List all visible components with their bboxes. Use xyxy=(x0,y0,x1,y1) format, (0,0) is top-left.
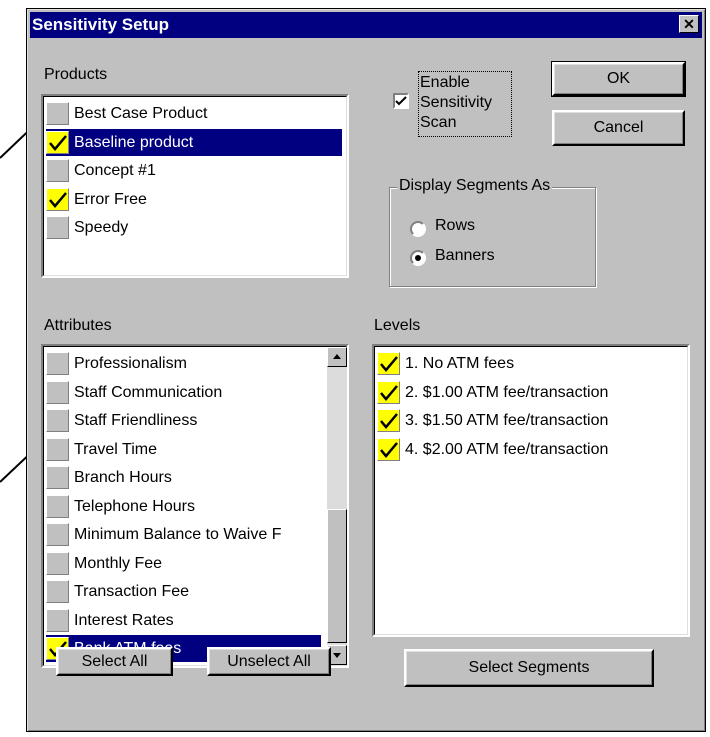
product-item-checkbox[interactable] xyxy=(46,159,69,182)
select-all-button[interactable]: Select All xyxy=(56,647,173,676)
product-item[interactable]: Concept #1 xyxy=(46,157,342,184)
rows-radio[interactable] xyxy=(410,221,426,237)
attribute-item[interactable]: Transaction Fee xyxy=(46,578,321,605)
attribute-item-label: Transaction Fee xyxy=(74,583,190,600)
product-item-label: Best Case Product xyxy=(74,105,208,122)
product-item-label: Speedy xyxy=(74,219,129,236)
level-item-label: 2. $1.00 ATM fee/transaction xyxy=(405,383,609,401)
check-icon xyxy=(49,134,67,151)
level-item[interactable]: 4. $2.00 ATM fee/transaction xyxy=(377,436,683,463)
attribute-item-checkbox[interactable] xyxy=(46,466,69,489)
attribute-item-checkbox[interactable] xyxy=(46,494,69,518)
level-item[interactable]: 3. $1.50 ATM fee/transaction xyxy=(377,407,683,434)
attribute-item-label: Monthly Fee xyxy=(74,554,163,572)
attribute-item[interactable]: Staff Communication xyxy=(46,379,321,406)
product-item-checkbox[interactable] xyxy=(46,102,69,125)
ok-button[interactable]: OK xyxy=(551,61,686,97)
attribute-item-label: Minimum Balance to Waive F xyxy=(74,526,282,543)
product-item[interactable]: Speedy xyxy=(46,214,342,241)
title-bar: Sensitivity Setup ✕ xyxy=(30,12,702,38)
arrow-up-icon xyxy=(333,354,341,359)
level-item-label: 3. $1.50 ATM fee/transaction xyxy=(405,412,609,429)
sensitivity-line1: Enable xyxy=(420,74,470,91)
check-icon xyxy=(380,356,398,372)
level-item-checkbox[interactable] xyxy=(377,409,400,432)
attribute-item-checkbox[interactable] xyxy=(46,608,69,632)
check-icon xyxy=(380,413,398,429)
level-item-checkbox[interactable] xyxy=(377,380,400,404)
attribute-item-checkbox[interactable] xyxy=(46,380,69,404)
sensitivity-scan-checkbox[interactable] xyxy=(393,93,409,109)
attribute-item[interactable]: Staff Friendliness xyxy=(46,407,321,434)
attribute-item[interactable]: Minimum Balance to Waive F xyxy=(46,521,321,548)
attribute-item[interactable]: Monthly Fee xyxy=(46,550,321,577)
levels-label: Levels xyxy=(374,317,421,334)
check-icon xyxy=(380,384,398,401)
display-segments-group xyxy=(389,187,596,287)
scroll-up-button[interactable] xyxy=(327,347,347,367)
levels-list[interactable]: 1. No ATM fees 2. $1.00 ATM fee/transacti… xyxy=(372,344,690,637)
attributes-list[interactable]: Professionalism Staff Communication Staff … xyxy=(41,344,349,668)
attribute-item-label: Professionalism xyxy=(74,355,187,372)
banners-radio-label[interactable]: Banners xyxy=(435,247,495,265)
product-item[interactable]: Error Free xyxy=(46,186,342,213)
rows-radio-label[interactable]: Rows xyxy=(435,217,475,235)
attribute-item-label: Branch Hours xyxy=(74,469,172,486)
attribute-item[interactable]: Interest Rates xyxy=(46,607,321,634)
attribute-item[interactable]: Branch Hours xyxy=(46,464,321,491)
attribute-item-checkbox[interactable] xyxy=(46,551,69,575)
sensitivity-line3: Scan xyxy=(420,114,457,131)
level-item-checkbox[interactable] xyxy=(377,437,400,461)
check-icon xyxy=(395,96,407,106)
cancel-button[interactable]: Cancel xyxy=(552,110,685,146)
attribute-item-label: Staff Communication xyxy=(74,383,223,401)
unselect-all-button[interactable]: Unselect All xyxy=(207,647,331,676)
product-item[interactable]: Baseline product xyxy=(46,128,342,156)
product-item[interactable]: Best Case Product xyxy=(46,100,342,127)
attribute-item-label: Interest Rates xyxy=(74,611,174,629)
product-item-label: Concept #1 xyxy=(74,162,156,179)
product-item-checkbox[interactable] xyxy=(46,216,69,239)
products-label: Products xyxy=(44,66,108,83)
level-item-label: 1. No ATM fees xyxy=(405,355,515,372)
product-item-checkbox[interactable] xyxy=(46,187,69,211)
level-item[interactable]: 2. $1.00 ATM fee/transaction xyxy=(377,379,683,406)
product-item-label: Error Free xyxy=(74,190,147,208)
banners-radio[interactable] xyxy=(410,250,426,266)
attribute-item-label: Staff Friendliness xyxy=(74,412,198,429)
close-button[interactable]: ✕ xyxy=(679,15,699,33)
attribute-item-checkbox[interactable] xyxy=(46,352,69,375)
attribute-item-checkbox[interactable] xyxy=(46,437,69,461)
product-item-checkbox[interactable] xyxy=(46,130,69,154)
product-item-label: Baseline product xyxy=(74,133,194,151)
attributes-scrollbar[interactable] xyxy=(327,347,347,665)
check-icon xyxy=(49,191,67,208)
products-list[interactable]: Best Case Product Baseline product Concept… xyxy=(41,94,349,278)
scroll-thumb[interactable] xyxy=(327,509,347,643)
attribute-item-checkbox[interactable] xyxy=(46,409,69,432)
display-segments-label: Display Segments As xyxy=(397,177,553,195)
attribute-item-label: Telephone Hours xyxy=(74,497,195,515)
check-icon xyxy=(380,441,398,458)
attribute-item-checkbox[interactable] xyxy=(46,523,69,546)
dialog-title: Sensitivity Setup xyxy=(32,15,169,34)
attribute-item[interactable]: Telephone Hours xyxy=(46,493,321,520)
attribute-item[interactable]: Travel Time xyxy=(46,436,321,463)
attribute-item[interactable]: Professionalism xyxy=(46,350,321,377)
level-item-checkbox[interactable] xyxy=(377,352,400,375)
sensitivity-scan-label[interactable]: Enable Sensitivity Scan xyxy=(418,71,512,137)
attributes-label: Attributes xyxy=(44,317,112,334)
close-icon: ✕ xyxy=(683,16,695,32)
attribute-item-label: Travel Time xyxy=(74,440,157,458)
sensitivity-line2: Sensitivity xyxy=(420,94,493,111)
select-segments-button[interactable]: Select Segments xyxy=(404,649,654,687)
sensitivity-setup-dialog: Sensitivity Setup ✕ Products Best Case P… xyxy=(26,8,706,732)
level-item[interactable]: 1. No ATM fees xyxy=(377,350,683,377)
level-item-label: 4. $2.00 ATM fee/transaction xyxy=(405,440,609,458)
attribute-item-checkbox[interactable] xyxy=(46,580,69,603)
